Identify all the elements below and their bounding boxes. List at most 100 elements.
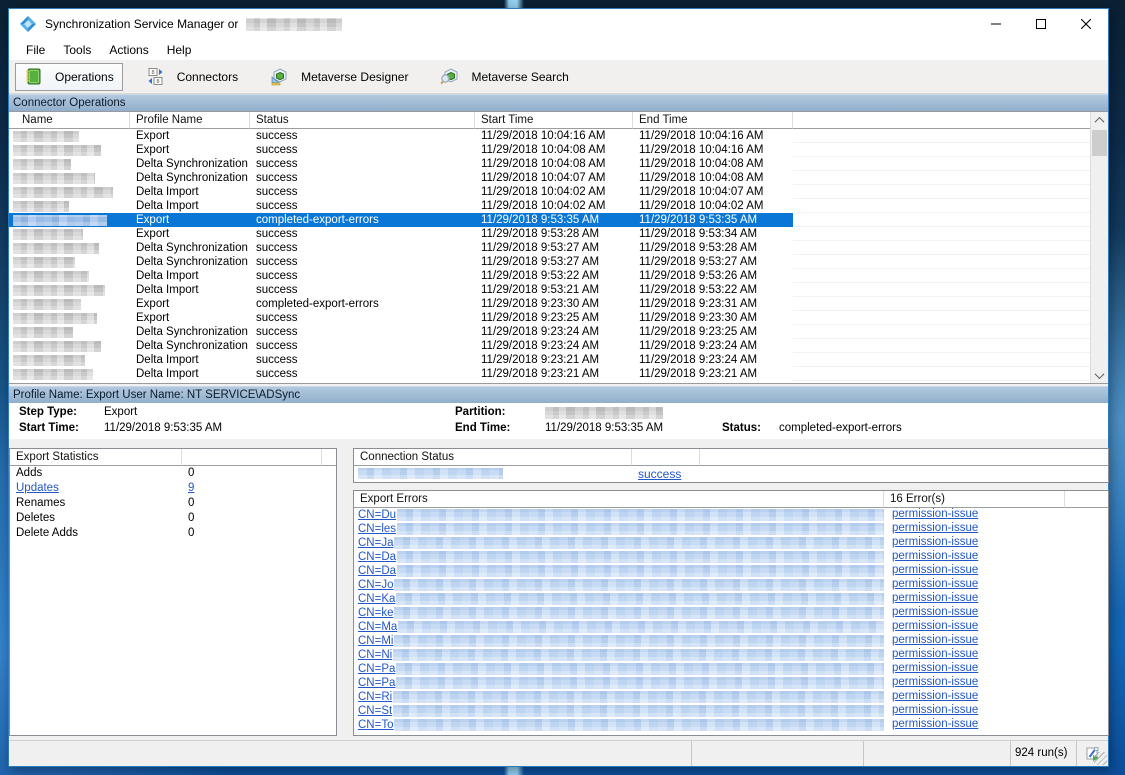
operation-profile-cell: Delta Synchronization <box>130 241 250 255</box>
menu-file[interactable]: File <box>17 41 54 59</box>
operation-profile-cell: Delta Synchronization <box>130 339 250 353</box>
redacted-object-dn <box>396 677 884 689</box>
error-type-link[interactable]: permission-issue <box>892 648 978 660</box>
error-object-link[interactable]: CN=St <box>358 705 392 718</box>
error-object-link[interactable]: CN=Mi <box>358 635 393 648</box>
operation-profile-cell: Delta Synchronization <box>130 171 250 185</box>
export-error-row: CN=Da permission-issue <box>354 564 1108 578</box>
operation-row[interactable]: Delta Synchronizationsuccess11/29/2018 9… <box>9 339 1090 353</box>
column-header-start-time[interactable]: Start Time <box>475 112 633 129</box>
operation-row[interactable]: Delta Synchronizationsuccess11/29/2018 1… <box>9 157 1090 171</box>
error-type-link[interactable]: permission-issue <box>892 550 978 562</box>
operation-name-cell <box>9 283 130 297</box>
menu-actions[interactable]: Actions <box>100 41 157 59</box>
operation-row[interactable]: Delta Synchronizationsuccess11/29/2018 1… <box>9 171 1090 185</box>
error-type-link[interactable]: permission-issue <box>892 662 978 674</box>
operation-row[interactable]: Delta Synchronizationsuccess11/29/2018 9… <box>9 241 1090 255</box>
error-object-link[interactable]: CN=Ja <box>358 537 393 550</box>
toolbar-button-metaverse-designer[interactable]: Metaverse Designer <box>261 63 417 91</box>
column-header-status[interactable]: Status <box>250 112 475 129</box>
error-type-link[interactable]: permission-issue <box>892 578 978 590</box>
operation-row[interactable]: Delta Importsuccess11/29/2018 10:04:02 A… <box>9 185 1090 199</box>
error-object-link[interactable]: CN=Da <box>358 551 396 564</box>
error-type-cell: permission-issue <box>884 662 1065 676</box>
error-object-link[interactable]: CN=Da <box>358 565 396 578</box>
column-header-name[interactable]: Name <box>9 112 130 129</box>
minimize-button[interactable] <box>973 9 1018 39</box>
error-type-cell: permission-issue <box>884 536 1065 550</box>
operation-row[interactable]: Exportsuccess11/29/2018 9:23:25 AM11/29/… <box>9 311 1090 325</box>
column-header-filler[interactable] <box>793 112 1090 129</box>
toolbar-button-connectors[interactable]: 88Connectors <box>137 63 247 91</box>
operation-status-cell: success <box>250 255 475 269</box>
operation-row[interactable]: Delta Importsuccess11/29/2018 10:04:02 A… <box>9 199 1090 213</box>
operation-row[interactable]: Exportcompleted-export-errors11/29/2018 … <box>9 297 1090 311</box>
error-type-link[interactable]: permission-issue <box>892 592 978 604</box>
error-object-link[interactable]: CN=Jo <box>358 579 393 592</box>
error-type-link[interactable]: permission-issue <box>892 606 978 618</box>
resize-grip[interactable] <box>1094 752 1107 765</box>
error-object-link[interactable]: CN=Ma <box>358 621 397 634</box>
error-type-link[interactable]: permission-issue <box>892 620 978 632</box>
operation-row[interactable]: Delta Importsuccess11/29/2018 9:53:21 AM… <box>9 283 1090 297</box>
error-object-link[interactable]: CN=Du <box>358 509 396 522</box>
maximize-button[interactable] <box>1018 9 1063 39</box>
scrollbar-thumb[interactable] <box>1092 130 1107 156</box>
connection-result-link[interactable]: success <box>638 467 681 481</box>
scroll-down-button[interactable] <box>1091 367 1108 383</box>
menu-help[interactable]: Help <box>158 41 201 59</box>
vertical-scrollbar[interactable] <box>1090 112 1108 383</box>
operations-table: NameProfile NameStatusStart TimeEnd Time… <box>9 111 1108 384</box>
operation-row[interactable]: Exportsuccess11/29/2018 10:04:08 AM11/29… <box>9 143 1090 157</box>
operation-row[interactable]: Exportsuccess11/29/2018 10:04:16 AM11/29… <box>9 129 1090 143</box>
redacted-object-dn <box>394 635 884 647</box>
menu-tools[interactable]: Tools <box>54 41 100 59</box>
error-type-link[interactable]: permission-issue <box>892 634 978 646</box>
error-object-link[interactable]: CN=Pa <box>358 663 395 676</box>
error-type-cell: permission-issue <box>884 606 1065 620</box>
column-header-profile-name[interactable]: Profile Name <box>130 112 250 129</box>
error-type-link[interactable]: permission-issue <box>892 508 978 520</box>
operation-name-cell <box>9 199 130 213</box>
operation-status-cell: success <box>250 325 475 339</box>
operation-row[interactable]: Delta Importsuccess11/29/2018 9:23:21 AM… <box>9 367 1090 381</box>
operation-row[interactable]: Delta Synchronizationsuccess11/29/2018 9… <box>9 325 1090 339</box>
error-type-link[interactable]: permission-issue <box>892 522 978 534</box>
toolbar-button-metaverse-search[interactable]: Metaverse Search <box>431 63 577 91</box>
operation-name-cell <box>9 311 130 325</box>
operation-row[interactable]: Exportcompleted-export-errors11/29/2018 … <box>9 213 1090 227</box>
error-object-link[interactable]: CN=To <box>358 719 393 732</box>
statistic-label-link[interactable]: Updates <box>16 482 59 494</box>
error-type-link[interactable]: permission-issue <box>892 690 978 702</box>
statistic-value-link[interactable]: 9 <box>188 482 194 494</box>
redacted-object-dn <box>397 523 884 535</box>
error-type-link[interactable]: permission-issue <box>892 564 978 576</box>
operation-row[interactable]: Exportsuccess11/29/2018 9:53:28 AM11/29/… <box>9 227 1090 241</box>
error-object-cell: CN=Ma <box>354 620 884 634</box>
scroll-up-button[interactable] <box>1091 112 1108 128</box>
redacted-server-name <box>246 18 342 31</box>
error-object-link[interactable]: CN=Ni <box>358 649 392 662</box>
error-object-link[interactable]: CN=Ka <box>358 593 395 606</box>
operation-row[interactable]: Delta Importsuccess11/29/2018 9:23:21 AM… <box>9 353 1090 367</box>
close-button[interactable] <box>1063 9 1108 39</box>
error-object-link[interactable]: CN=Pa <box>358 677 395 690</box>
operation-row[interactable]: Delta Importsuccess11/29/2018 9:53:22 AM… <box>9 269 1090 283</box>
error-object-link[interactable]: CN=ke <box>358 607 393 620</box>
error-object-cell: CN=To <box>354 718 884 732</box>
toolbar-button-label: Connectors <box>177 70 238 84</box>
status-value: completed-export-errors <box>779 422 902 434</box>
error-type-link[interactable]: permission-issue <box>892 718 978 730</box>
toolbar-button-operations[interactable]: Operations <box>15 63 123 91</box>
error-type-link[interactable]: permission-issue <box>892 676 978 688</box>
error-object-link[interactable]: CN=les <box>358 523 396 536</box>
error-type-link[interactable]: permission-issue <box>892 536 978 548</box>
column-header-end-time[interactable]: End Time <box>633 112 793 129</box>
svg-text:8: 8 <box>156 79 159 85</box>
error-type-link[interactable]: permission-issue <box>892 704 978 716</box>
operation-row[interactable]: Delta Synchronizationsuccess11/29/2018 9… <box>9 255 1090 269</box>
title-bar: Synchronization Service Manager or <box>9 9 1108 39</box>
toolbar-button-label: Operations <box>55 70 114 84</box>
error-object-link[interactable]: CN=Ri <box>358 691 392 704</box>
operation-status-cell: success <box>250 269 475 283</box>
